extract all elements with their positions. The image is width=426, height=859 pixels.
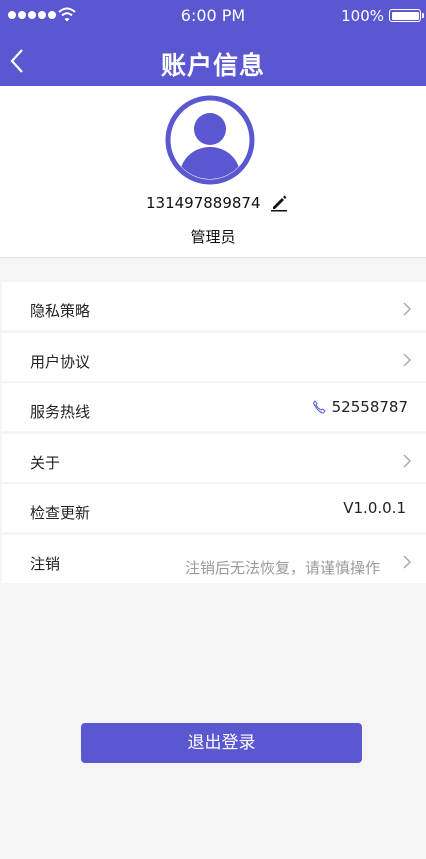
phone-icon (312, 400, 326, 414)
avatar-icon[interactable] (165, 95, 255, 185)
menu-item-check-update[interactable]: 检查更新 V1.0.0.1 (2, 484, 426, 532)
menu-item-label: 关于 (30, 453, 61, 472)
chevron-right-icon (403, 352, 412, 367)
menu-item-label: 检查更新 (30, 504, 91, 522)
chevron-right-icon (403, 453, 412, 468)
user-role: 管理员 (190, 228, 236, 246)
edit-pencil-icon[interactable] (270, 194, 288, 212)
battery-percent: 100% (341, 7, 384, 25)
menu-item-label: 服务热线 (30, 403, 91, 421)
menu-item-privacy-policy[interactable]: 隐私策略 (2, 282, 426, 330)
menu-item-label: 隐私策略 (30, 302, 91, 320)
chevron-right-icon (403, 554, 412, 569)
version-value: V1.0.0.1 (343, 499, 406, 517)
menu-item-label: 注销 (30, 554, 61, 573)
menu-item-about[interactable]: 关于 (2, 433, 426, 482)
logout-button[interactable]: 退出登录 (81, 723, 362, 763)
menu-item-label: 用户协议 (30, 352, 91, 371)
battery-icon (389, 9, 424, 22)
hotline-number: 52558787 (331, 398, 408, 416)
hotline-value[interactable]: 52558787 (312, 398, 408, 416)
menu-item-deactivate[interactable]: 注销 注销后无法恢复，请谨慎操作 (2, 534, 426, 583)
phone-row: 131497889874 (0, 192, 426, 216)
profile-section: 131497889874 管理员 (0, 86, 426, 258)
header-bar: 6:00 PM 100% 账户信息 (0, 0, 426, 86)
phone-number: 131497889874 (146, 194, 261, 212)
menu-item-user-agreement[interactable]: 用户协议 (2, 332, 426, 381)
chevron-right-icon (403, 302, 412, 316)
settings-menu: 隐私策略 用户协议 服务热线 52558787 关于 检查更新 V1.0.0.1… (2, 282, 426, 585)
menu-item-service-hotline[interactable]: 服务热线 52558787 (2, 383, 426, 431)
status-bar: 6:00 PM 100% (0, 0, 426, 32)
page-title: 账户信息 (160, 51, 265, 80)
deactivate-warning: 注销后无法恢复，请谨慎操作 (184, 558, 380, 577)
